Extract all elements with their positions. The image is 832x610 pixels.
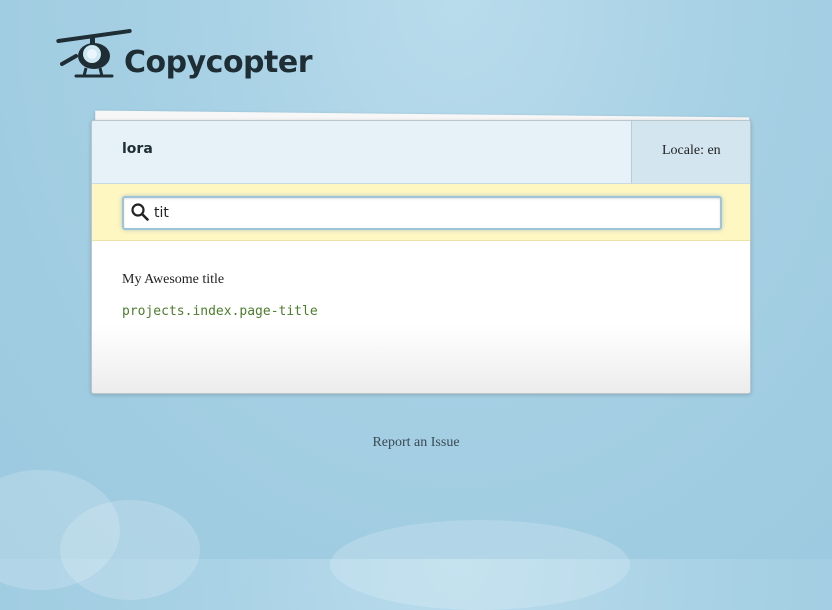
search-results: My Awesome title projects.index.page-tit… — [92, 241, 750, 393]
search-input[interactable] — [154, 202, 704, 224]
report-issue-link[interactable]: Report an Issue — [372, 435, 459, 450]
search-field[interactable] — [122, 196, 722, 230]
locale-selector[interactable]: Locale: en — [631, 121, 750, 183]
search-icon — [131, 203, 149, 221]
result-key[interactable]: projects.index.page-title — [122, 304, 318, 319]
background-cloud — [60, 500, 200, 600]
project-card: lora Locale: en My Awesome title project… — [91, 120, 751, 394]
background-cloud — [330, 520, 630, 610]
result-content[interactable]: My Awesome title — [122, 272, 224, 288]
locale-label: Locale: en — [662, 143, 721, 158]
project-name: lora — [122, 141, 153, 157]
search-bar — [92, 184, 750, 241]
footer: Report an Issue — [0, 435, 832, 451]
card-header: lora Locale: en — [92, 121, 750, 184]
app-name: Copycopter — [124, 45, 313, 80]
